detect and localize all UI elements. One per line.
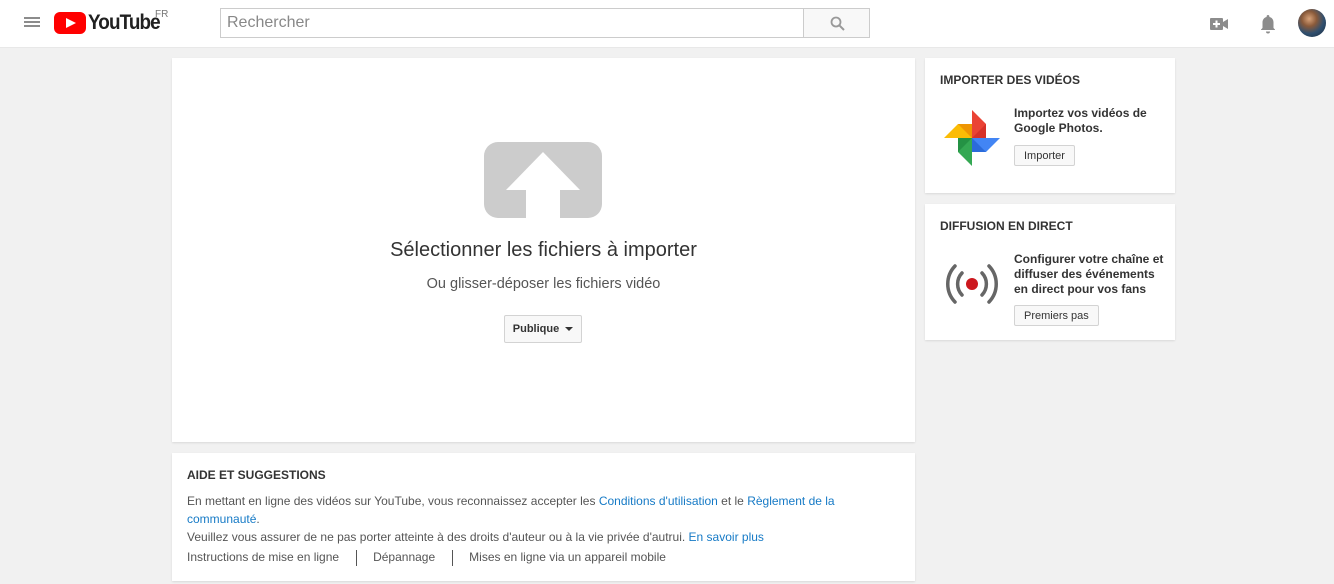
menu-icon[interactable] bbox=[24, 15, 40, 31]
mobile-uploads-link[interactable]: Mises en ligne via un appareil mobile bbox=[469, 550, 683, 566]
privacy-dropdown[interactable]: Publique bbox=[504, 315, 582, 343]
help-terms-text: En mettant en ligne des vidéos sur YouTu… bbox=[187, 492, 887, 528]
caret-down-icon bbox=[565, 327, 574, 331]
youtube-play-icon bbox=[54, 12, 86, 34]
get-started-button[interactable]: Premiers pas bbox=[1014, 305, 1099, 326]
import-videos-title: IMPORTER DES VIDÉOS bbox=[940, 73, 1081, 87]
search-button[interactable] bbox=[803, 8, 870, 38]
help-copyright-text: Veuillez vous assurer de ne pas porter a… bbox=[187, 528, 887, 546]
learn-more-link[interactable]: En savoir plus bbox=[689, 530, 764, 544]
upload-subtitle: Ou glisser-déposer les fichiers vidéo bbox=[426, 276, 661, 292]
google-photos-icon bbox=[940, 106, 1004, 170]
live-broadcast-icon bbox=[943, 262, 1001, 306]
live-streaming-text: Configurer votre chaîne et diffuser des … bbox=[1014, 252, 1164, 296]
terms-of-service-link[interactable]: Conditions d'utilisation bbox=[599, 494, 718, 508]
help-panel: AIDE ET SUGGESTIONS En mettant en ligne … bbox=[172, 453, 915, 581]
help-footer: Instructions de mise en ligne Dépannage … bbox=[187, 550, 683, 566]
terms-mid: et le bbox=[717, 494, 748, 508]
upload-instructions-link[interactable]: Instructions de mise en ligne bbox=[187, 550, 356, 566]
search-input[interactable] bbox=[221, 9, 804, 37]
import-videos-text: Importez vos vidéos de Google Photos. bbox=[1014, 106, 1147, 135]
copyright-prefix: Veuillez vous assurer de ne pas porter a… bbox=[187, 530, 689, 544]
logo-text: YouTube bbox=[88, 11, 161, 34]
import-button[interactable]: Importer bbox=[1014, 145, 1075, 166]
troubleshooting-link[interactable]: Dépannage bbox=[373, 550, 452, 566]
terms-suffix: . bbox=[256, 512, 260, 526]
notifications-bell-icon[interactable] bbox=[1256, 12, 1280, 36]
help-title: AIDE ET SUGGESTIONS bbox=[187, 468, 326, 482]
live-streaming-panel: DIFFUSION EN DIRECT Configurer votre cha… bbox=[925, 204, 1175, 340]
search-box bbox=[220, 8, 804, 38]
search-icon bbox=[830, 16, 845, 31]
country-code: FR bbox=[155, 9, 169, 20]
avatar[interactable] bbox=[1298, 9, 1326, 37]
upload-video-icon[interactable] bbox=[1207, 12, 1231, 36]
masthead: YouTube FR bbox=[0, 0, 1334, 48]
divider bbox=[452, 550, 454, 566]
upload-arrow-icon[interactable] bbox=[484, 140, 602, 218]
divider bbox=[356, 550, 358, 566]
live-streaming-title: DIFFUSION EN DIRECT bbox=[940, 219, 1073, 233]
youtube-logo[interactable]: YouTube bbox=[54, 11, 168, 35]
terms-prefix: En mettant en ligne des vidéos sur YouTu… bbox=[187, 494, 599, 508]
import-videos-panel: IMPORTER DES VIDÉOS Importez vos vidéos … bbox=[925, 58, 1175, 193]
upload-title[interactable]: Sélectionner les fichiers à importer bbox=[172, 239, 915, 262]
privacy-label: Publique bbox=[512, 323, 560, 335]
upload-panel: Sélectionner les fichiers à importer Ou … bbox=[172, 58, 915, 442]
